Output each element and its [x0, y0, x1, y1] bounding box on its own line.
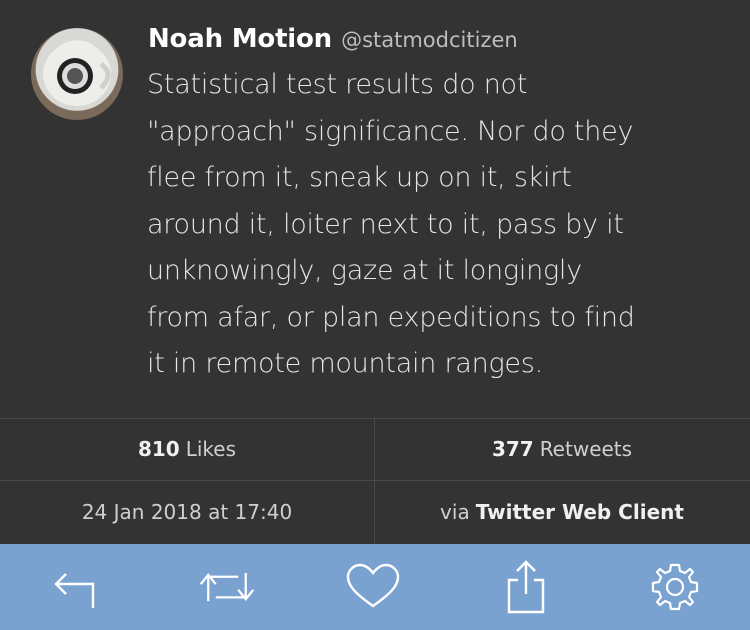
retweets-label: Retweets	[539, 437, 633, 461]
heart-icon	[346, 563, 400, 608]
reply-button[interactable]	[44, 558, 104, 616]
tweet-text-line: flee from it, sneak up on it, skirt	[147, 162, 572, 193]
share-button[interactable]	[496, 558, 556, 616]
client-name[interactable]: Twitter Web Client	[476, 500, 684, 524]
timestamp-text: 24 Jan 2018 at 17:40	[81, 500, 293, 524]
tweet-source: via Twitter Web Client	[375, 481, 749, 543]
tweet-text-line: from afar, or plan expeditions to find	[147, 301, 635, 333]
tweet-text: Statistical test results do not "approac…	[147, 62, 737, 388]
share-icon	[507, 560, 545, 614]
avatar[interactable]	[31, 28, 123, 120]
retweets-count: 377	[491, 437, 534, 461]
via-prefix: via	[440, 500, 470, 524]
like-button[interactable]	[343, 558, 403, 616]
likes-label: Likes	[185, 437, 237, 461]
likes-stat[interactable]: 810 Likes	[0, 418, 374, 480]
user-handle[interactable]: @statmodcitizen	[341, 28, 518, 52]
mug-logo-icon	[43, 42, 111, 106]
retweets-stat[interactable]: 377 Retweets	[375, 418, 749, 480]
author-line: Noah Motion @statmodcitizen	[148, 24, 518, 54]
retweet-icon	[199, 572, 255, 602]
gear-icon	[651, 563, 699, 611]
action-toolbar	[0, 544, 750, 630]
retweet-button[interactable]	[197, 558, 257, 616]
tweet-text-line: "approach" significance. Nor do they	[147, 115, 634, 147]
likes-count: 810	[137, 437, 180, 461]
tweet-timestamp: 24 Jan 2018 at 17:40	[0, 481, 374, 543]
tweet-text-line: Statistical test results do not	[147, 69, 528, 100]
settings-button[interactable]	[645, 558, 705, 616]
tweet-text-line: unknowingly, gaze at it longingly	[147, 255, 582, 286]
tweet-text-line: it in remote mountain ranges.	[147, 348, 543, 379]
tweet-detail: Noah Motion @statmodcitizen Statistical …	[0, 0, 750, 418]
reply-icon	[54, 573, 95, 608]
display-name[interactable]: Noah Motion	[148, 24, 332, 54]
tweet-text-line: around it, loiter next to it, pass by it	[147, 208, 624, 240]
tweet-stats: 810 Likes 377 Retweets 24 Jan 2018 at 17…	[0, 418, 750, 544]
